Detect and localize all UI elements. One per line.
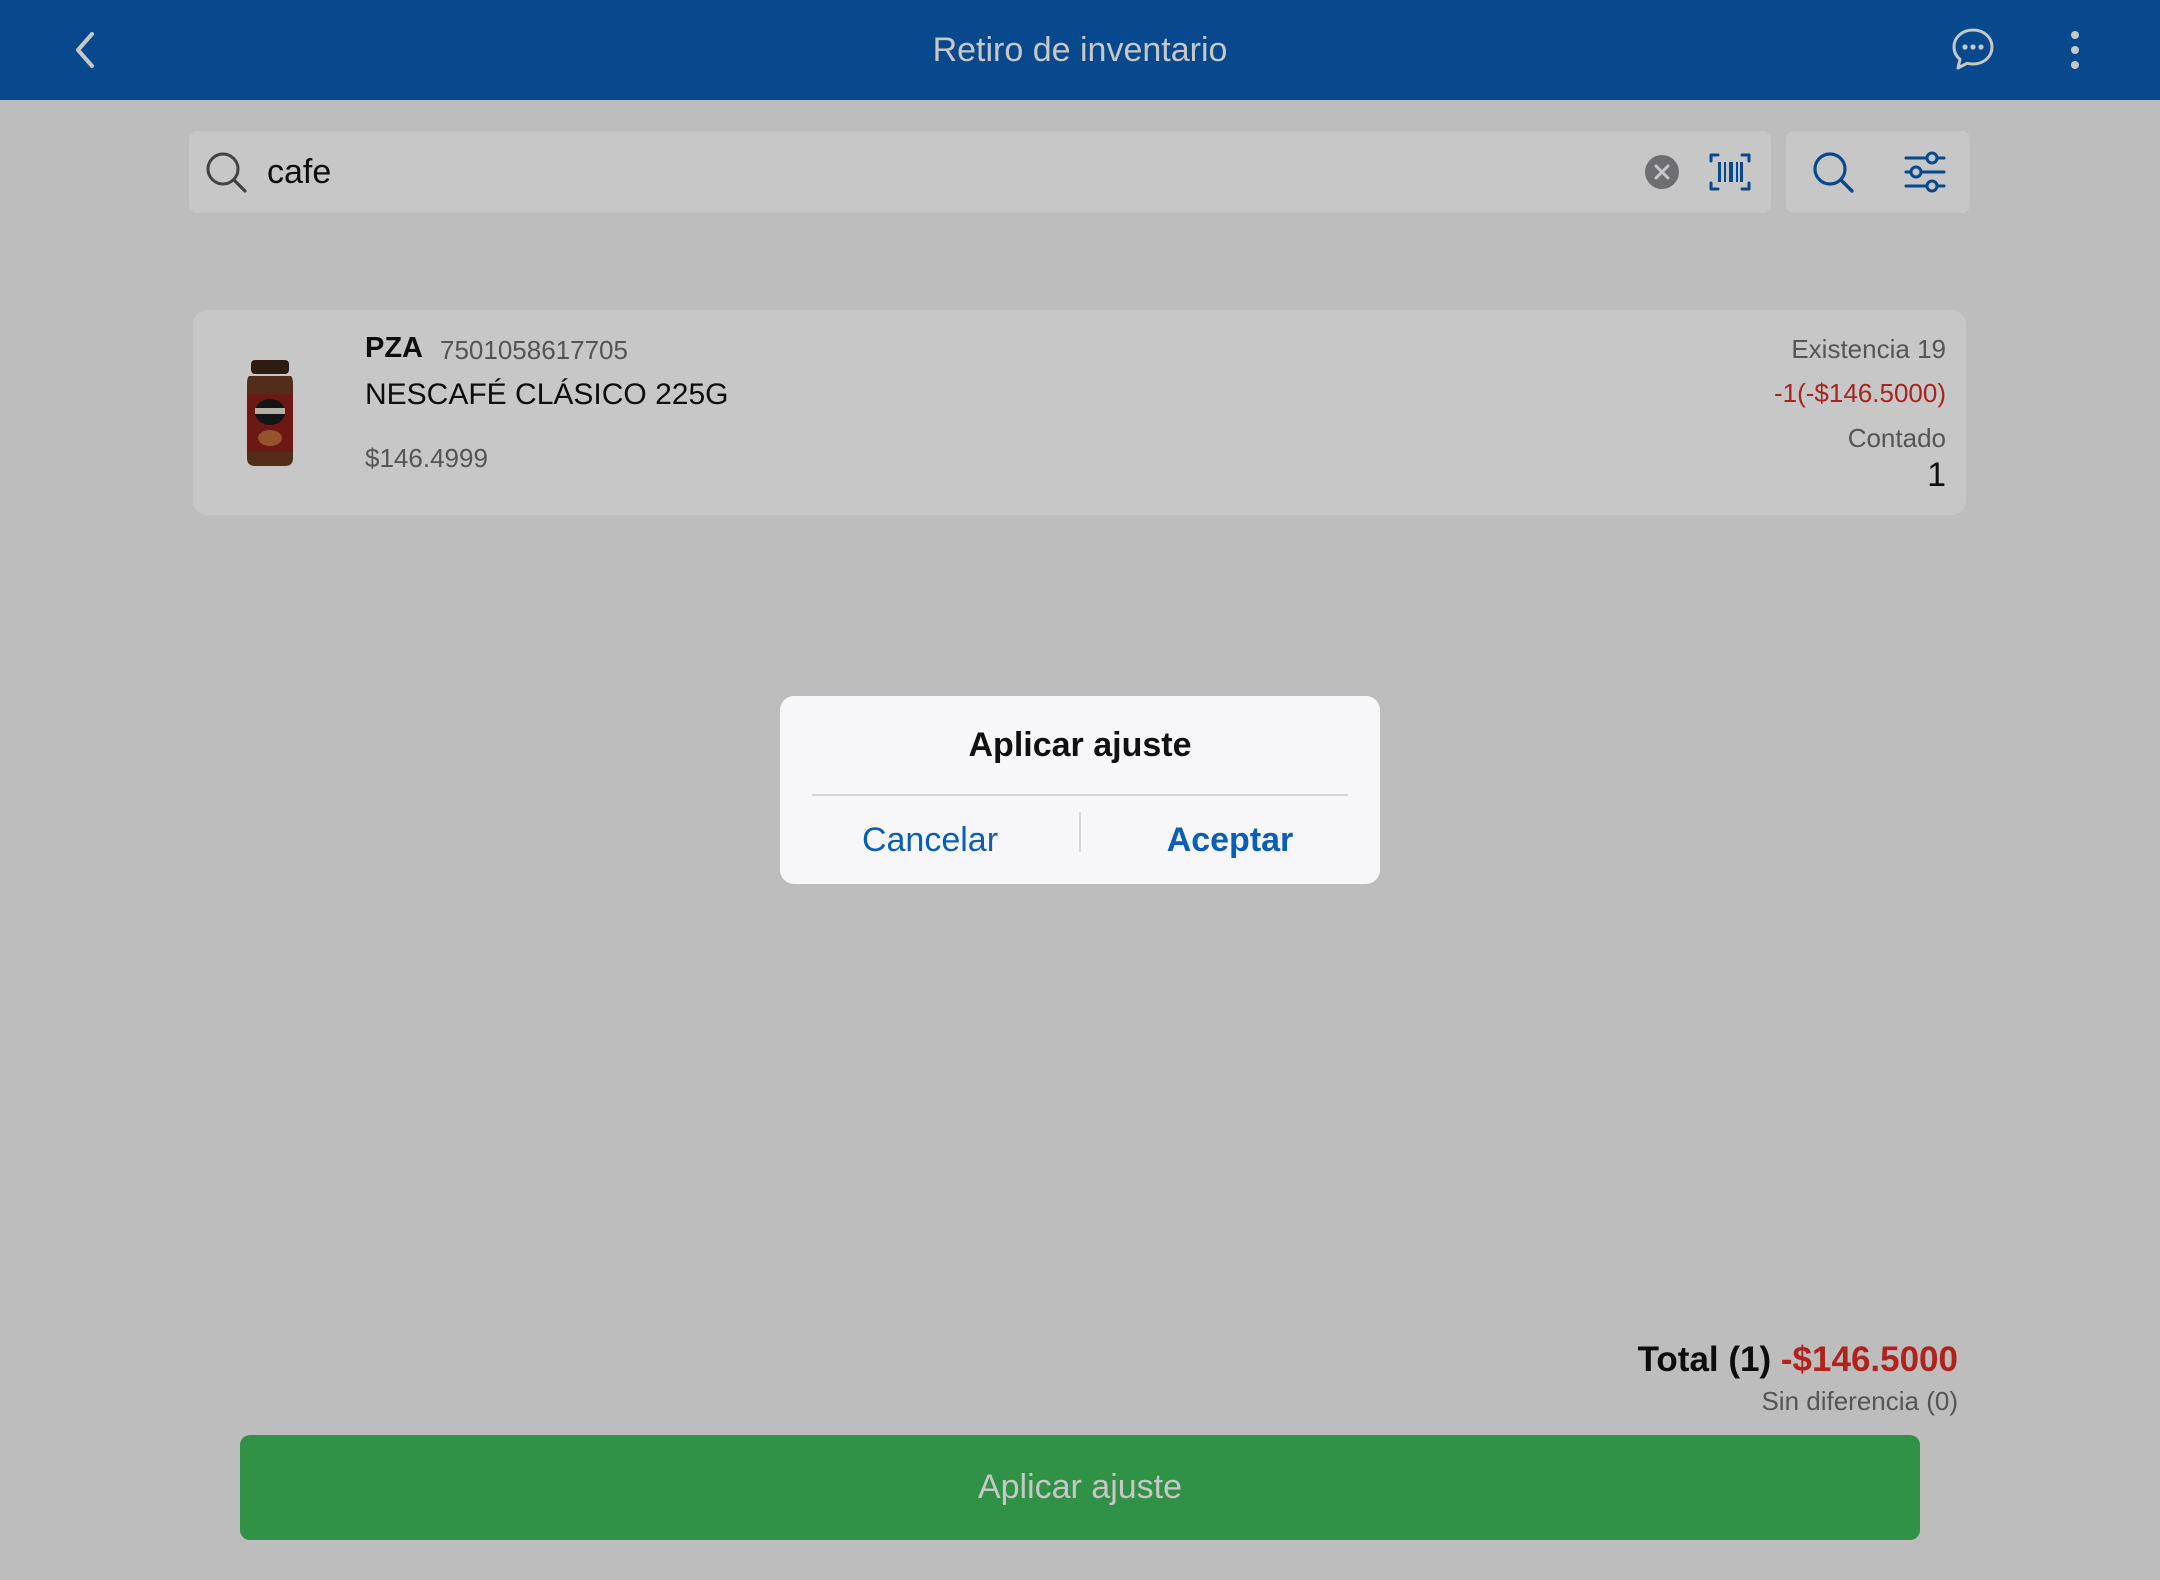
cancel-button[interactable]: Cancelar — [780, 796, 1080, 884]
app-screen: Retiro de inventario cafe PZA 7501058617… — [0, 0, 2160, 1580]
confirm-dialog: Aplicar ajuste Cancelar Aceptar — [780, 696, 1380, 884]
dialog-title: Aplicar ajuste — [968, 726, 1192, 764]
accept-button[interactable]: Aceptar — [1080, 796, 1380, 884]
